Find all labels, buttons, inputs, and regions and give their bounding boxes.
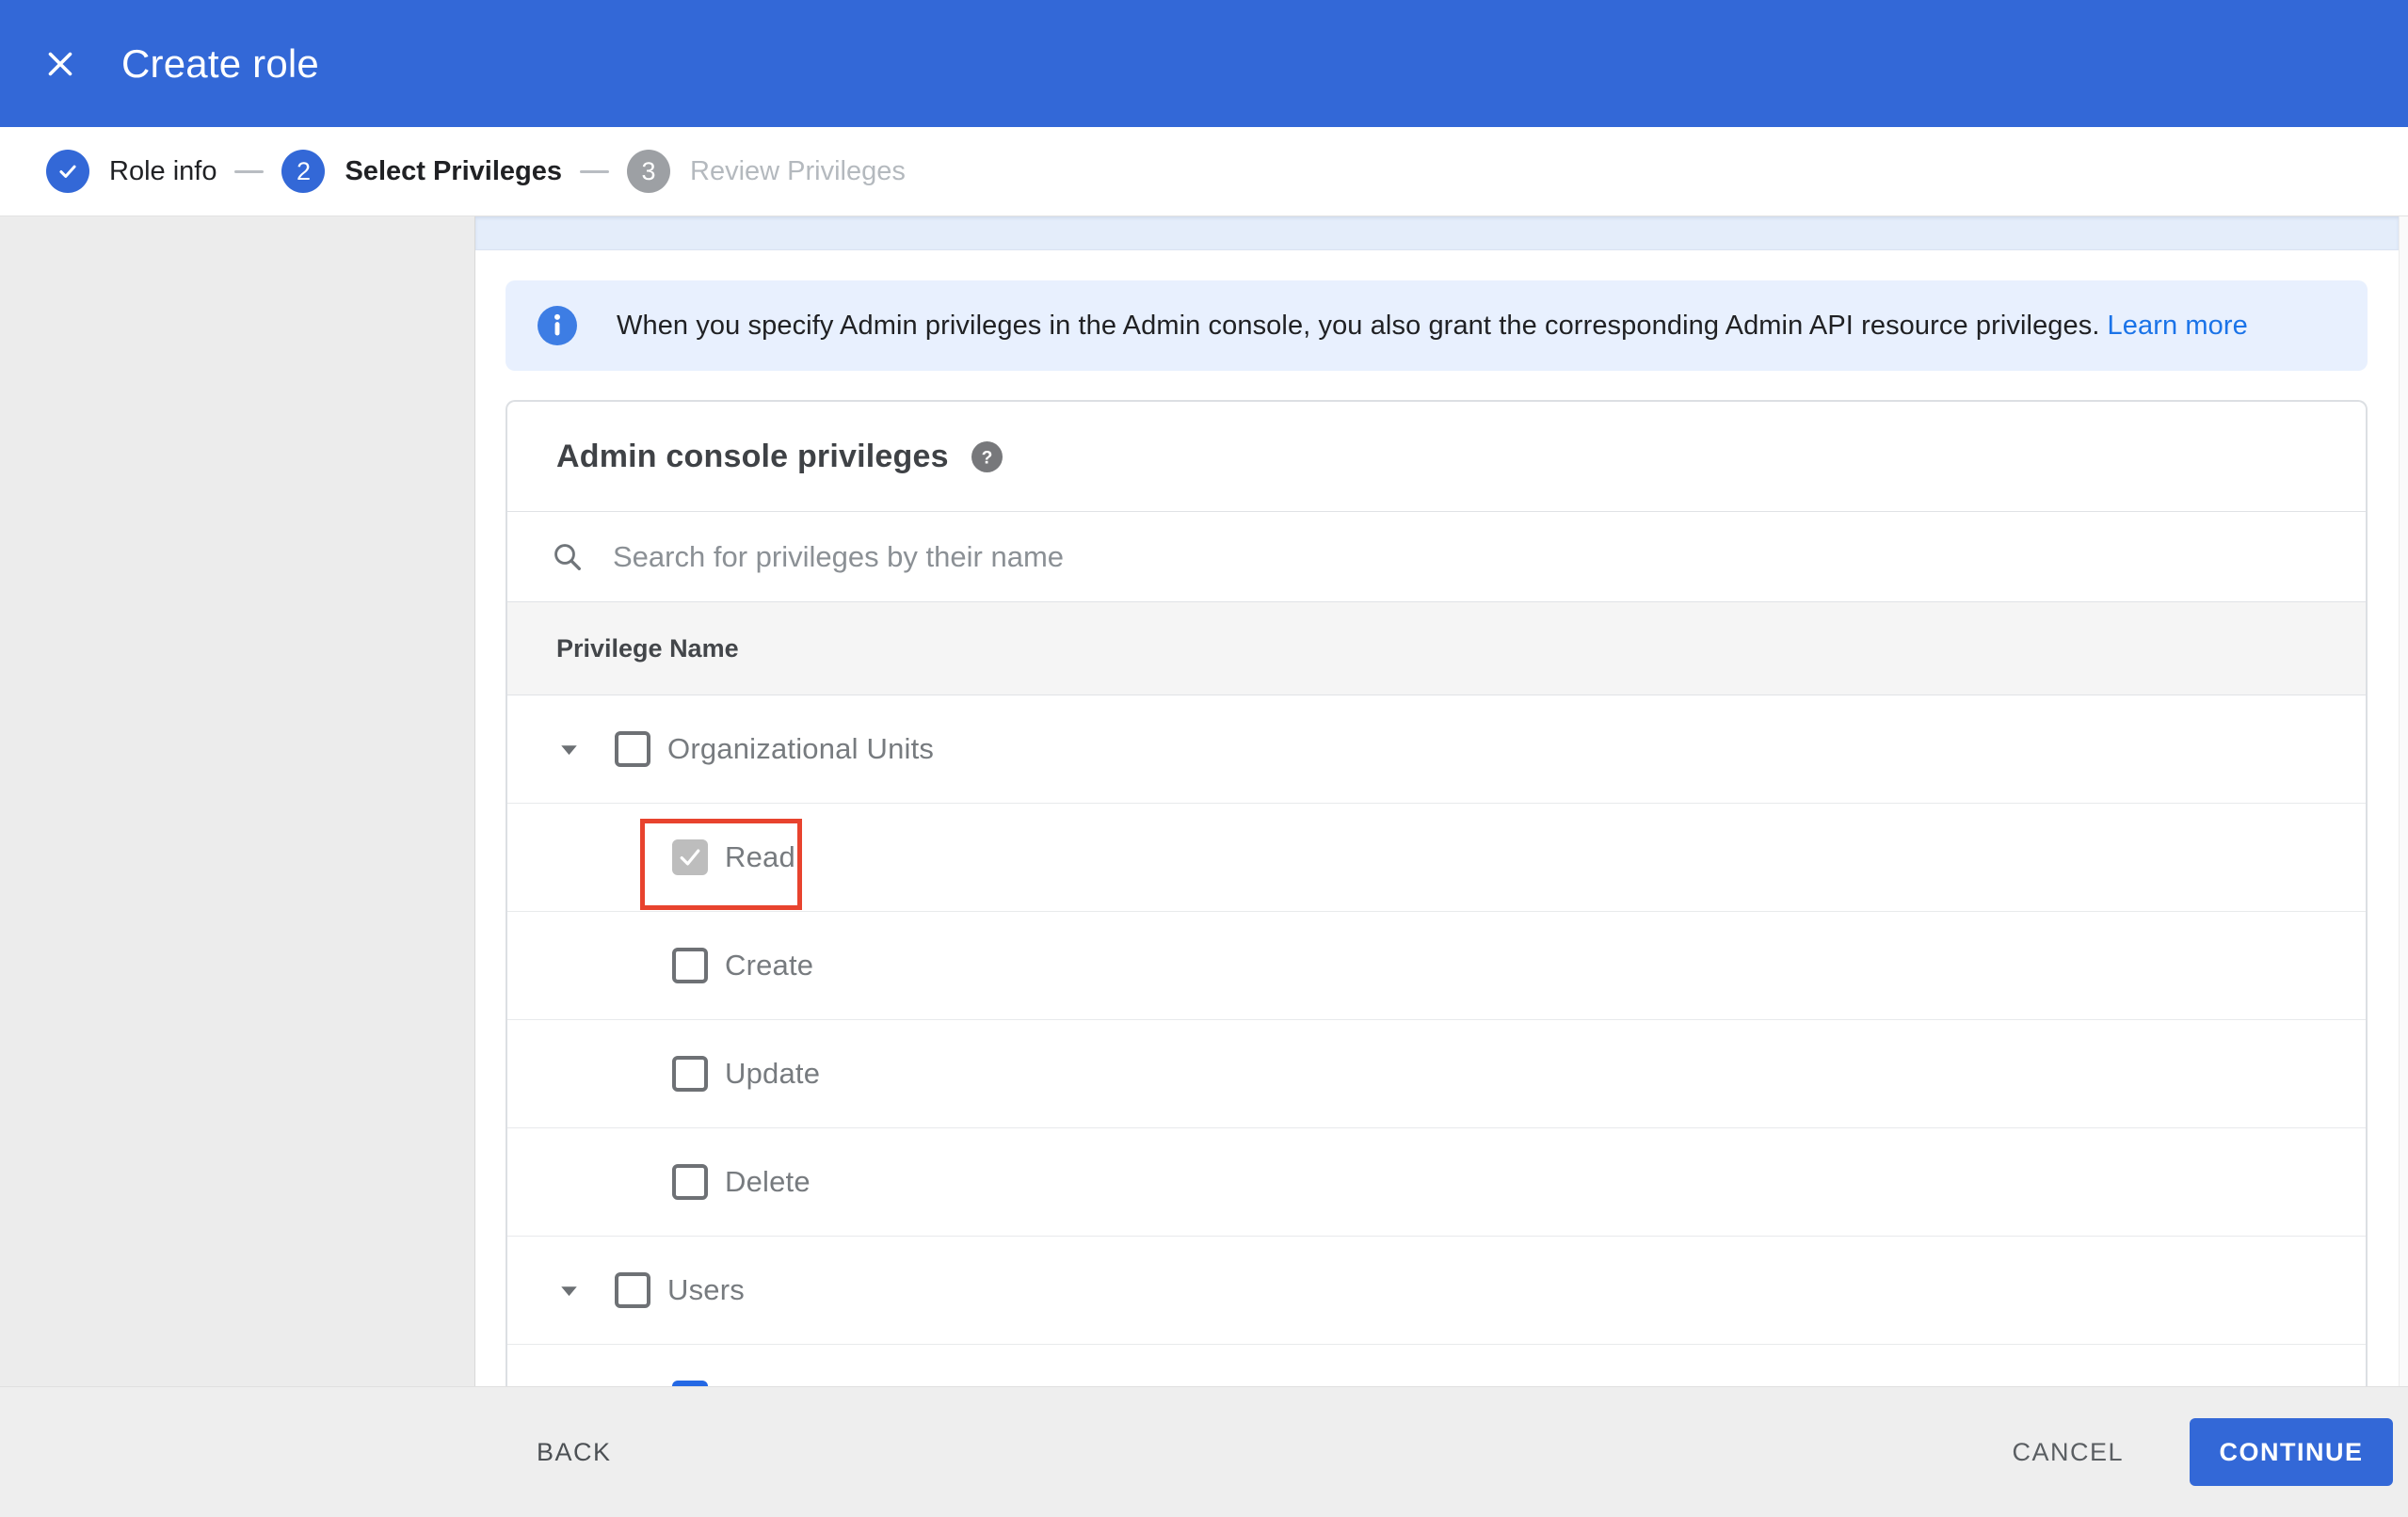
- row-label: Users: [667, 1273, 745, 1306]
- left-sidebar-panel: [0, 216, 475, 1386]
- card-title: Admin console privileges: [556, 438, 949, 474]
- scrollbar-track[interactable]: [2399, 216, 2408, 1386]
- step-connector: [580, 169, 609, 173]
- close-icon: [43, 47, 77, 81]
- column-header-privilege-name: Privilege Name: [556, 633, 739, 663]
- checkbox-read[interactable]: [672, 839, 708, 875]
- table-row-delete[interactable]: Delete: [507, 1128, 2366, 1237]
- page-title: Create role: [121, 40, 319, 86]
- search-row: [507, 512, 2366, 602]
- step-number-circle: 2: [281, 150, 326, 193]
- search-icon: [551, 540, 585, 574]
- info-icon: [538, 306, 577, 345]
- svg-text:?: ?: [981, 448, 992, 468]
- table-row-read[interactable]: Read: [507, 804, 2366, 912]
- continue-button[interactable]: CONTINUE: [2190, 1418, 2393, 1486]
- table-row-users-read[interactable]: Read: [507, 1345, 2366, 1386]
- step-label: Review Privileges: [690, 155, 906, 186]
- step-complete-circle: [46, 150, 89, 193]
- table-header-row: Privilege Name: [507, 602, 2366, 695]
- check-icon: [56, 159, 80, 184]
- row-label: Delete: [725, 1165, 811, 1198]
- row-label: Create: [725, 949, 814, 982]
- table-row-update[interactable]: Update: [507, 1020, 2366, 1128]
- checkbox-users[interactable]: [615, 1272, 650, 1308]
- banner-text: When you specify Admin privileges in the…: [617, 310, 2248, 341]
- step-role-info[interactable]: Role info: [46, 150, 217, 193]
- step-review-privileges[interactable]: 3 Review Privileges: [627, 150, 906, 193]
- step-select-privileges[interactable]: 2 Select Privileges: [281, 150, 562, 193]
- cancel-button[interactable]: CANCEL: [1995, 1425, 2141, 1480]
- caret-down-icon[interactable]: [560, 743, 578, 756]
- caret-down-icon[interactable]: [560, 1285, 578, 1297]
- checkbox-create[interactable]: [672, 948, 708, 983]
- close-button[interactable]: [32, 36, 88, 92]
- checkbox-organizational-units[interactable]: [615, 731, 650, 767]
- learn-more-link[interactable]: Learn more: [2108, 311, 2248, 341]
- table-row-create[interactable]: Create: [507, 912, 2366, 1020]
- search-input[interactable]: [611, 538, 1933, 575]
- step-number-circle: 3: [627, 150, 670, 193]
- content-top-strip: [475, 216, 2399, 250]
- privileges-card: Admin console privileges ? Privilege Nam…: [506, 400, 2368, 1386]
- step-label: Select Privileges: [345, 155, 562, 186]
- step-label: Role info: [109, 155, 217, 186]
- table-row-organizational-units[interactable]: Organizational Units: [507, 695, 2366, 804]
- info-banner: When you specify Admin privileges in the…: [506, 280, 2368, 371]
- step-connector: [234, 169, 265, 173]
- back-button[interactable]: BACK: [520, 1425, 629, 1480]
- footer-action-bar: BACK CANCEL CONTINUE: [0, 1386, 2408, 1517]
- help-circle-icon[interactable]: ?: [971, 440, 1003, 472]
- stepper: Role info 2 Select Privileges 3 Review P…: [0, 127, 2408, 216]
- checkbox-update[interactable]: [672, 1056, 708, 1092]
- app-bar: Create role: [0, 0, 2408, 127]
- table-row-users[interactable]: Users: [507, 1237, 2366, 1345]
- row-label: Organizational Units: [667, 732, 935, 765]
- checkbox-delete[interactable]: [672, 1164, 708, 1200]
- row-label: Read: [725, 840, 795, 873]
- card-heading-row: Admin console privileges ?: [507, 402, 2366, 512]
- row-label: Update: [725, 1057, 821, 1090]
